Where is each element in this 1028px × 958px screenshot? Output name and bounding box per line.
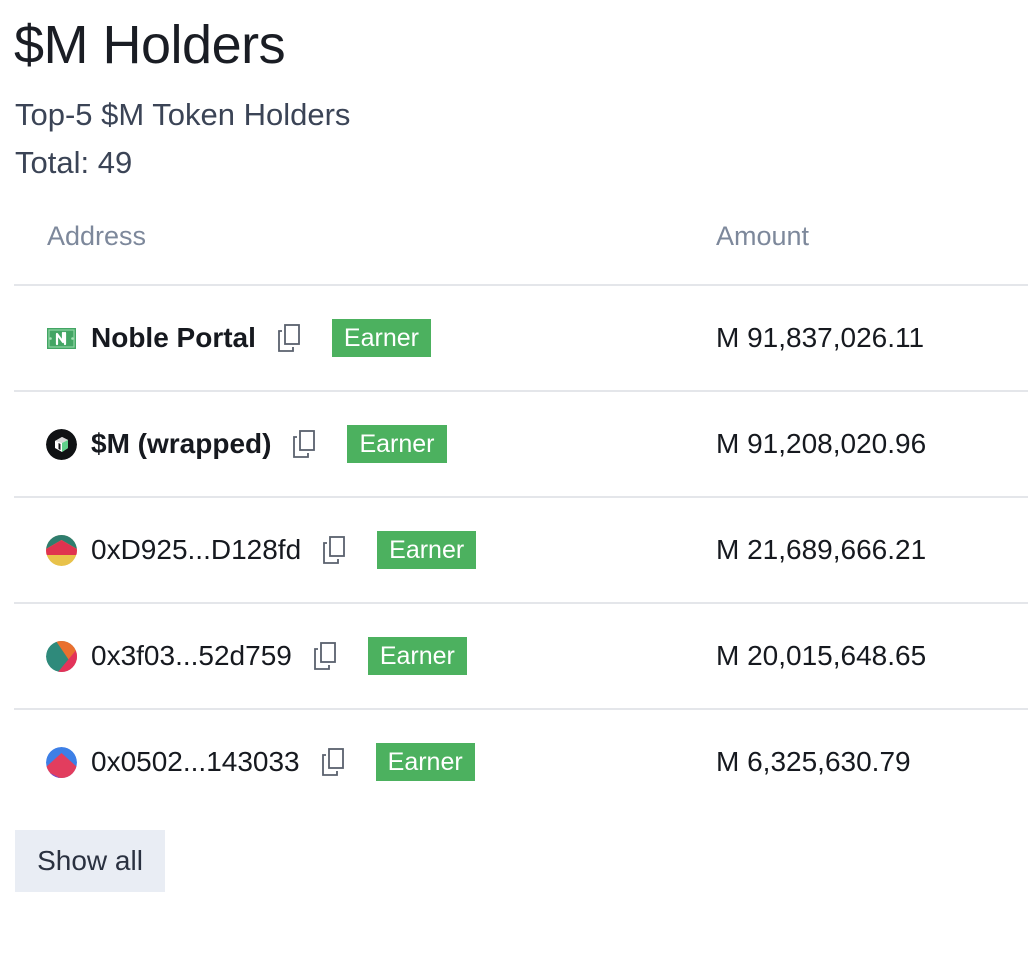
earner-badge: Earner [367,637,467,675]
copy-icon[interactable] [291,428,317,460]
table-header: Address Amount [14,200,1028,286]
identicon [46,534,77,566]
amount-cell: M 91,837,026.11 [716,322,925,353]
address-cell: Noble Portal Earner [46,286,431,390]
column-header-address: Address [47,221,147,251]
page-subtitle: Top-5 $M Token Holders [15,97,351,132]
amount-cell: M 21,689,666.21 [716,534,927,565]
identicon [46,640,77,672]
table-row: Noble Portal Earner M 91,837,026.11 [14,286,1028,392]
table-row: 0x0502...143033 Earner M 6,325,630.79 [14,710,1028,814]
earner-badge: Earner [377,531,477,569]
copy-icon[interactable] [320,746,346,778]
amount-cell: M 91,208,020.96 [716,428,927,459]
table-row: 0x3f03...52d759 Earner M 20,015,648.65 [14,604,1028,710]
earner-badge: Earner [331,319,431,357]
address-cell: 0x0502...143033 Earner [46,710,475,814]
table-row: 0xD925...D128fd Earner M 21,689,666.21 [14,498,1028,604]
address-cell: $M (wrapped) Earner [46,392,447,496]
copy-icon[interactable] [276,322,302,354]
identicon [46,746,77,778]
earner-badge: Earner [347,425,447,463]
holders-total: Total: 49 [15,145,133,180]
address-cell: 0xD925...D128fd Earner [46,498,477,602]
holder-address-link[interactable]: 0x0502...143033 [91,744,300,780]
holder-address-link[interactable]: Noble Portal [91,320,256,356]
column-header-amount: Amount [716,221,810,251]
copy-icon[interactable] [321,534,347,566]
wrapped-m-logo-icon [46,428,77,460]
earner-badge: Earner [375,743,475,781]
page-title: $M Holders [14,15,286,75]
holder-address-link[interactable]: 0x3f03...52d759 [91,638,292,674]
holder-address-link[interactable]: $M (wrapped) [91,426,271,462]
noble-logo-icon [46,323,77,354]
copy-icon[interactable] [312,640,338,672]
holders-table: Address Amount Noble Portal Earner M 91,… [14,200,1028,814]
amount-cell: M 6,325,630.79 [716,746,911,777]
amount-cell: M 20,015,648.65 [716,640,927,671]
holder-address-link[interactable]: 0xD925...D128fd [91,532,301,568]
address-cell: 0x3f03...52d759 Earner [46,604,467,708]
table-row: $M (wrapped) Earner M 91,208,020.96 [14,392,1028,498]
show-all-button[interactable]: Show all [15,830,165,892]
